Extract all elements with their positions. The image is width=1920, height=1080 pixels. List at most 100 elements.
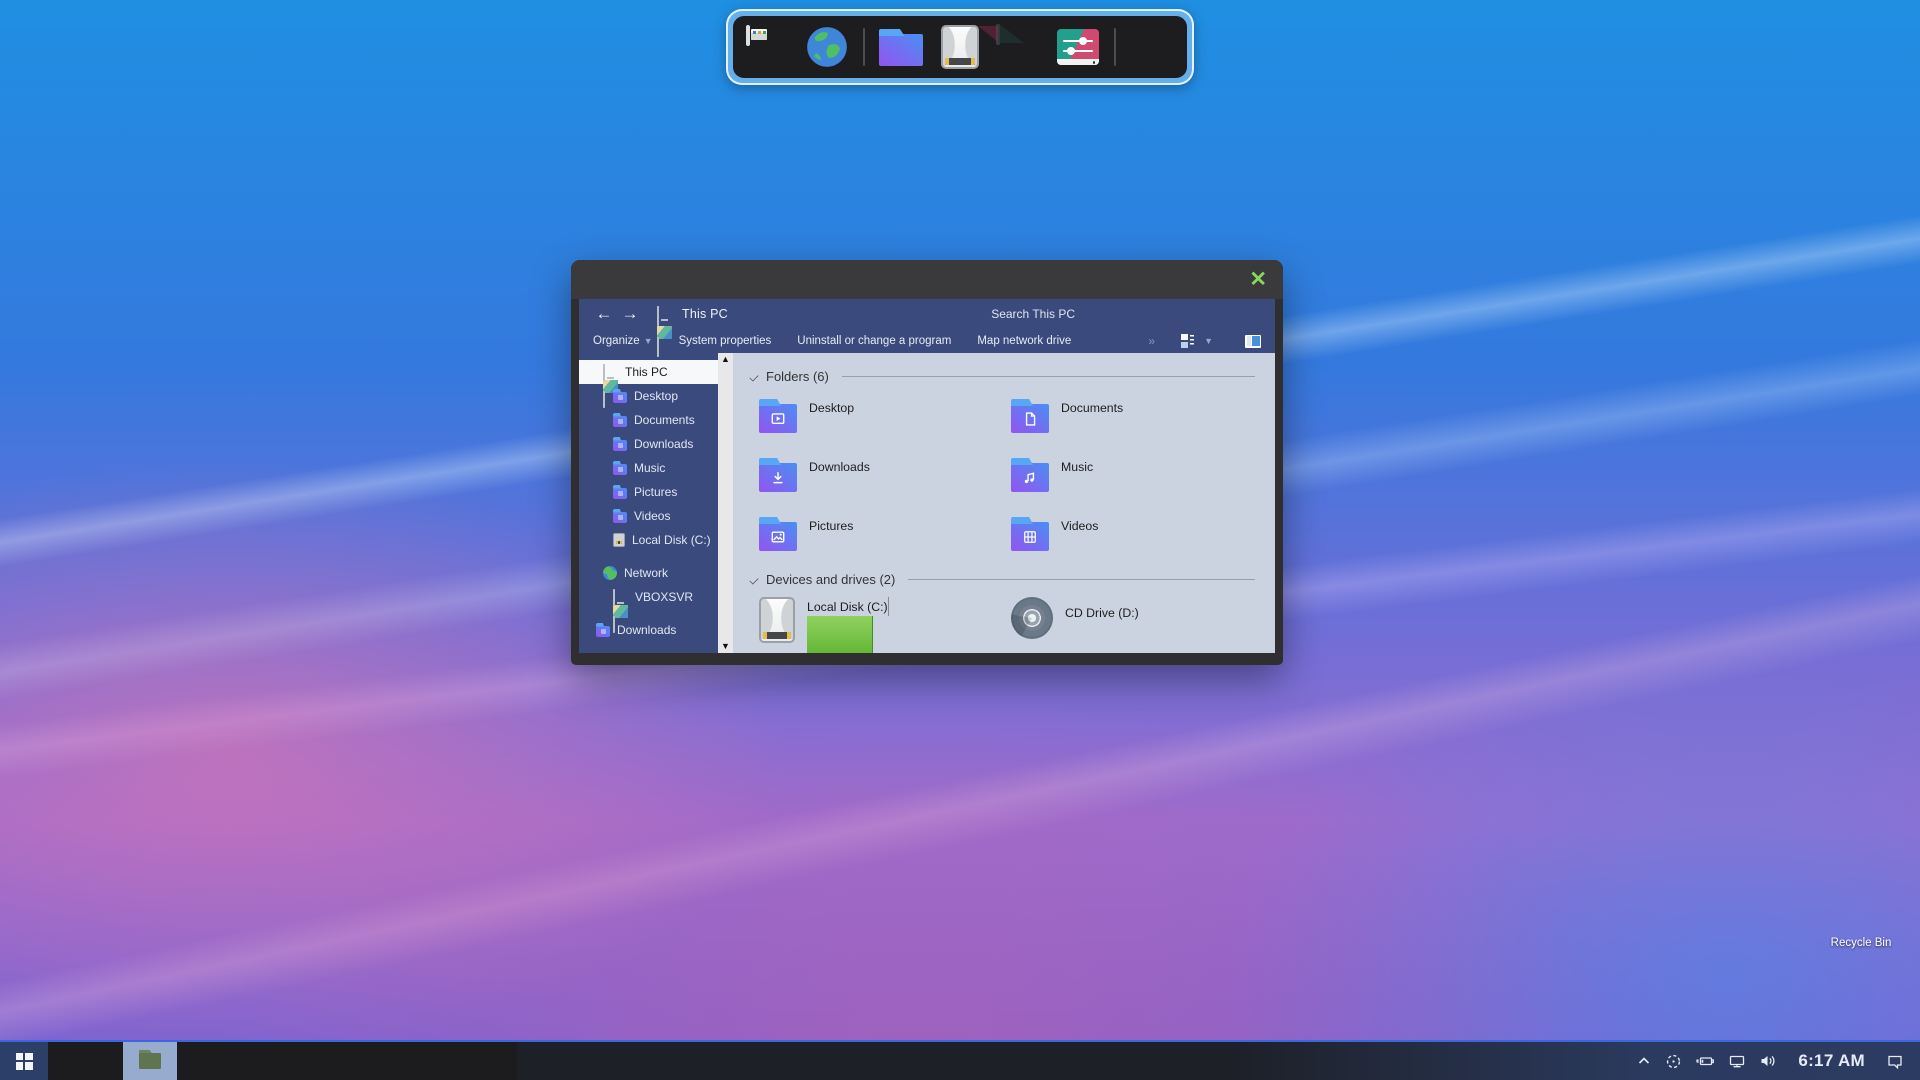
close-button[interactable]: ✕ <box>1249 269 1267 290</box>
forward-button[interactable]: → <box>617 304 643 324</box>
dock-divider <box>1114 28 1116 66</box>
folder-icon <box>596 626 610 637</box>
folder-tile-downloads[interactable]: Downloads <box>759 455 1011 501</box>
window-chrome: ← → This PC Search This PC Organize▼ Sys… <box>579 299 1275 353</box>
tray-battery-button[interactable] <box>1695 1053 1715 1069</box>
videos-folder-icon <box>1011 522 1049 551</box>
folder-icon <box>879 34 923 66</box>
explorer-window: ✕ ← → This PC Search This PC Organize▼ S… <box>571 260 1283 665</box>
window-titlebar[interactable]: ✕ <box>571 260 1283 299</box>
organize-button[interactable]: Organize▼ <box>593 335 653 347</box>
taskbar-segment <box>177 1042 517 1080</box>
tray-network-button[interactable] <box>1728 1053 1746 1069</box>
dock-display-button[interactable] <box>996 23 1042 71</box>
media-settings-icon <box>1057 29 1099 65</box>
folders-grid: Desktop Documents Downloads <box>749 384 1255 564</box>
address-location[interactable]: This PC <box>682 307 728 321</box>
volume-icon <box>1759 1053 1777 1069</box>
hard-drive-icon <box>759 597 795 643</box>
taskbar-file-explorer-button[interactable] <box>123 1042 177 1080</box>
folder-tile-music[interactable]: Music <box>1011 455 1263 501</box>
cd-disc-icon <box>1011 597 1053 639</box>
display-icon <box>996 26 1042 68</box>
folder-tile-videos[interactable]: Videos <box>1011 514 1263 560</box>
folder-tile-pictures[interactable]: Pictures <box>759 514 1011 560</box>
folder-icon <box>613 512 627 523</box>
tray-update-button[interactable] <box>1665 1053 1682 1070</box>
windows-logo-icon <box>16 1053 33 1070</box>
hard-drive-icon <box>941 25 979 69</box>
chevron-down-icon: ▼ <box>644 336 653 346</box>
search-box[interactable]: Search This PC <box>991 307 1263 321</box>
system-tray: 6:17 AM <box>1636 1042 1920 1080</box>
drive-name: Local Disk (C:) <box>807 600 888 614</box>
dock-folder-button[interactable] <box>878 23 924 71</box>
toolbar-overflow-button[interactable]: » <box>1148 334 1155 348</box>
update-circle-icon <box>1665 1053 1682 1070</box>
desktop-folder-icon <box>759 404 797 433</box>
sidebar-item-downloads[interactable]: Downloads <box>579 432 718 456</box>
start-button[interactable] <box>0 1042 48 1080</box>
tray-volume-button[interactable] <box>1759 1053 1777 1069</box>
local-disk-tile[interactable]: Local Disk (C:) 23.6 GB free of 49.4 GB <box>759 597 1011 643</box>
dock-file-manager-button[interactable] <box>745 23 791 71</box>
computer-icon <box>613 591 628 604</box>
action-center-button[interactable] <box>1886 1053 1904 1070</box>
dock-inner <box>733 16 1187 78</box>
sidebar-item-pictures[interactable]: Pictures <box>579 480 718 504</box>
dock-trash-button[interactable] <box>1129 23 1175 71</box>
devices-grid: Local Disk (C:) 23.6 GB free of 49.4 GB … <box>749 587 1255 643</box>
recycle-bin-shortcut[interactable]: Recycle Bin <box>1822 916 1900 949</box>
sidebar-item-network[interactable]: Network <box>579 561 718 585</box>
dock-drive-button[interactable] <box>937 23 983 71</box>
folder-icon <box>613 392 627 403</box>
command-toolbar: Organize▼ System properties Uninstall or… <box>579 329 1275 353</box>
folder-icon <box>613 440 627 451</box>
pictures-folder-icon <box>759 522 797 551</box>
downloads-folder-icon <box>759 463 797 492</box>
taskbar-clock[interactable]: 6:17 AM <box>1798 1051 1865 1071</box>
sidebar-item-videos[interactable]: Videos <box>579 504 718 528</box>
map-network-drive-button[interactable]: Map network drive <box>977 335 1071 347</box>
computer-icon <box>603 366 618 379</box>
tray-chevron-up-button[interactable] <box>1636 1053 1652 1069</box>
sidebar-item-desktop[interactable]: Desktop <box>579 384 718 408</box>
sidebar-scrollbar[interactable]: ▲ ▼ <box>718 353 733 653</box>
folder-icon <box>613 416 627 427</box>
computer-icon <box>657 308 672 321</box>
battery-plug-icon <box>1695 1053 1715 1069</box>
sidebar-item-local-disk[interactable]: Local Disk (C:) <box>579 528 718 552</box>
documents-folder-icon <box>1011 404 1049 433</box>
taskbar-segment <box>48 1042 123 1080</box>
dock-browser-button[interactable] <box>804 23 850 71</box>
sidebar-item-music[interactable]: Music <box>579 456 718 480</box>
cd-drive-tile[interactable]: CD Drive (D:) <box>1011 597 1263 643</box>
folder-icon <box>613 464 627 475</box>
dock-divider <box>863 28 865 66</box>
taskbar: 6:17 AM <box>0 1040 1920 1080</box>
dock-media-settings-button[interactable] <box>1055 23 1101 71</box>
drive-name: CD Drive (D:) <box>1065 606 1139 643</box>
globe-icon <box>806 26 848 68</box>
chevron-down-icon: ▼ <box>1204 336 1213 346</box>
folder-icon <box>139 1053 161 1069</box>
devices-section-header[interactable]: Devices and drives (2) <box>749 572 1255 587</box>
scroll-down-arrow[interactable]: ▼ <box>721 642 730 651</box>
folder-tile-documents[interactable]: Documents <box>1011 396 1263 442</box>
preview-pane-button[interactable] <box>1245 335 1261 348</box>
uninstall-program-button[interactable]: Uninstall or change a program <box>797 335 951 347</box>
content-pane: Folders (6) Desktop Documents <box>733 353 1275 653</box>
sidebar-item-this-pc[interactable]: This PC <box>579 360 718 384</box>
navigation-sidebar: This PC Desktop Documents Downloads Musi… <box>579 353 718 653</box>
computer-icon <box>746 27 790 67</box>
sidebar-item-downloads-quick[interactable]: Downloads <box>579 618 718 642</box>
disk-usage-fill <box>807 616 873 653</box>
scroll-up-arrow[interactable]: ▲ <box>721 355 730 364</box>
folder-tile-desktop[interactable]: Desktop <box>759 396 1011 442</box>
system-properties-button[interactable]: System properties <box>679 335 772 347</box>
folders-section-header[interactable]: Folders (6) <box>749 369 1255 384</box>
sidebar-item-vboxsvr[interactable]: VBOXSVR <box>579 585 718 609</box>
sidebar-item-documents[interactable]: Documents <box>579 408 718 432</box>
view-mode-button[interactable]: ▼ <box>1181 334 1213 348</box>
back-button[interactable]: ← <box>591 304 617 324</box>
